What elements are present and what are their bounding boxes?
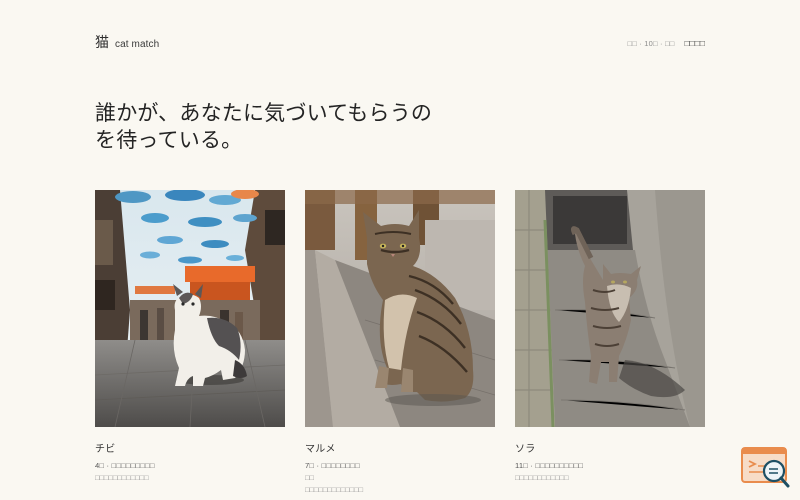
cat-photo[interactable]: [305, 190, 495, 427]
hero-heading: 誰かが、あなたに気づいてもらうの を待っている。: [95, 100, 515, 154]
cat-name[interactable]: ソラ: [515, 440, 705, 455]
header-meta: □□ · 10□ · □□: [627, 39, 675, 48]
cat-card[interactable]: ソラ 11□ · □□□□□□□□□□ □□□□□□□□□□□□: [515, 190, 705, 482]
header-right: □□ · 10□ · □□ □□□□: [628, 38, 705, 48]
brand-text: cat match: [115, 39, 160, 50]
cat-note-extra: □□□□□□□□□□□□□: [305, 485, 364, 494]
cat-age: 4□ · □□□□□□□□□: [95, 461, 155, 470]
cat-photo[interactable]: [95, 190, 285, 427]
page-header: 猫 cat match □□ · 10□ · □□ □□□□: [95, 32, 705, 54]
cat-name[interactable]: マルメ: [305, 440, 495, 455]
cat-photo-image: [305, 190, 495, 427]
cat-photo-image: [515, 190, 705, 427]
header-nav-link[interactable]: □□□□: [684, 38, 705, 48]
search-panel-icon[interactable]: [741, 446, 791, 491]
brand-kanji: 猫: [95, 35, 109, 51]
cat-note: □□□□□□□□□□□□: [95, 473, 149, 482]
cat-note: □□: [305, 473, 314, 482]
hero-line-1: 誰かが、あなたに気づいてもらうの: [95, 101, 433, 125]
cat-age: 11□ · □□□□□□□□□□: [515, 461, 584, 470]
cat-note: □□□□□□□□□□□□: [515, 473, 569, 482]
cat-card[interactable]: マルメ 7□ · □□□□□□□□ □□ □□□□□□□□□□□□□: [305, 190, 495, 494]
hero-line-2: を待っている。: [95, 128, 243, 152]
cat-photo-image: [95, 190, 285, 427]
cat-name[interactable]: チビ: [95, 440, 285, 455]
brand[interactable]: 猫 cat match: [95, 32, 159, 52]
cat-photo[interactable]: [515, 190, 705, 427]
cat-card[interactable]: チビ 4□ · □□□□□□□□□ □□□□□□□□□□□□: [95, 190, 285, 482]
cat-age: 7□ · □□□□□□□□: [305, 461, 360, 470]
